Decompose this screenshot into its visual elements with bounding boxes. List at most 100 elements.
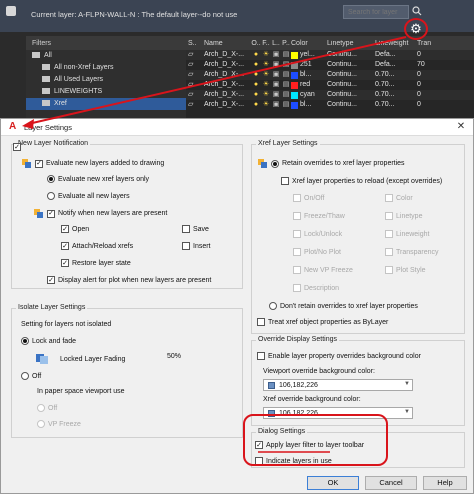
lock-unlock-checkbox[interactable]: Lock/Unlock <box>293 230 342 238</box>
lineweight-checkbox[interactable]: Lineweight <box>385 230 429 238</box>
close-icon[interactable]: ✕ <box>455 121 467 133</box>
filter-tree-item-xref[interactable]: Xref <box>26 98 186 110</box>
color-checkbox[interactable]: Color <box>385 194 413 202</box>
checkbox[interactable]: ✓ <box>61 225 69 233</box>
new-filter-icon[interactable] <box>6 6 16 16</box>
lock-icon[interactable]: ▣ <box>271 70 281 80</box>
lock-and-fade-radio[interactable]: Lock and fade <box>21 337 76 345</box>
save-checkbox[interactable]: Save <box>182 225 209 233</box>
plot-icon[interactable]: ▤ <box>281 100 291 110</box>
display-alert-checkbox[interactable]: ✓ Display alert for plot when new layers… <box>47 276 211 284</box>
layer-lineweight[interactable]: Defa... <box>375 60 417 70</box>
freeze-icon[interactable]: ☀ <box>261 70 271 80</box>
plot-icon[interactable]: ▤ <box>281 90 291 100</box>
radio[interactable] <box>47 192 55 200</box>
layer-color[interactable]: cyan <box>291 90 327 100</box>
layer-transparency[interactable]: 70 <box>417 60 443 70</box>
checkbox[interactable]: ✓ <box>47 276 55 284</box>
layer-linetype[interactable]: Continu... <box>327 70 375 80</box>
on-icon[interactable]: ● <box>251 100 261 110</box>
layer-linetype[interactable]: Continu... <box>327 90 375 100</box>
freeze-icon[interactable]: ☀ <box>261 80 271 90</box>
table-row[interactable]: ▱ Arch_D_X-... ● ☀ ▣ ▤ 251 Continu... De… <box>186 60 474 70</box>
checkbox[interactable] <box>385 194 393 202</box>
layer-color[interactable]: bl... <box>291 70 327 80</box>
layer-transparency[interactable]: 0 <box>417 50 443 60</box>
checkbox[interactable] <box>293 194 301 202</box>
layer-lineweight[interactable]: 0.70... <box>375 100 417 110</box>
freeze-icon[interactable]: ☀ <box>261 100 271 110</box>
insert-checkbox[interactable]: Insert <box>182 242 211 250</box>
layer-color[interactable]: bl... <box>291 100 327 110</box>
layer-color[interactable]: red <box>291 80 327 90</box>
radio[interactable] <box>271 159 279 168</box>
transparency-checkbox[interactable]: Transparency <box>385 248 439 256</box>
table-row[interactable]: ▱ Arch_D_X-... ● ☀ ▣ ▤ red Continu... 0.… <box>186 80 474 90</box>
reload-properties-checkbox[interactable]: Xref layer properties to reload (except … <box>281 177 442 185</box>
filter-tree-item[interactable]: LINEWEIGHTS <box>26 86 186 98</box>
layer-transparency[interactable]: 0 <box>417 90 443 100</box>
help-button[interactable]: Help <box>423 476 467 490</box>
filter-tree-item[interactable]: All Used Layers <box>26 74 186 86</box>
on-icon[interactable]: ● <box>251 50 261 60</box>
lock-icon[interactable]: ▣ <box>271 60 281 70</box>
enable-bg-checkbox[interactable]: Enable layer property overrides backgrou… <box>257 352 421 360</box>
column-header[interactable]: P.. <box>281 40 291 47</box>
on-icon[interactable]: ● <box>251 60 261 70</box>
checkbox[interactable]: ✓ <box>47 209 55 218</box>
freeze-icon[interactable]: ☀ <box>261 90 271 100</box>
checkbox[interactable] <box>293 230 301 238</box>
off-radio[interactable]: Off <box>21 372 41 380</box>
layer-linetype[interactable]: Continu... <box>327 60 375 70</box>
search-icon[interactable] <box>412 6 422 16</box>
radio[interactable] <box>269 302 277 310</box>
table-row[interactable]: ▱ Arch_D_X-... ● ☀ ▣ ▤ bl... Continu... … <box>186 70 474 80</box>
layer-transparency[interactable]: 0 <box>417 100 443 110</box>
linetype-checkbox[interactable]: Linetype <box>385 212 422 220</box>
viewport-override-color-select[interactable]: 106,182,226 ▼ <box>263 379 413 391</box>
layer-linetype[interactable]: Continu... <box>327 100 375 110</box>
cancel-button[interactable]: Cancel <box>365 476 417 490</box>
checkbox[interactable]: ✓ <box>61 242 69 250</box>
table-row[interactable]: ▱ Arch_D_X-... ● ☀ ▣ ▤ yel... Continu...… <box>186 50 474 60</box>
layer-linetype[interactable]: Continu... <box>327 80 375 90</box>
radio[interactable] <box>37 404 45 412</box>
radio[interactable] <box>21 337 29 345</box>
treat-bylayer-checkbox[interactable]: Treat xref object properties as ByLayer <box>257 318 388 326</box>
lock-icon[interactable]: ▣ <box>271 90 281 100</box>
ok-button[interactable]: OK <box>307 476 359 490</box>
plot-style-checkbox[interactable]: Plot Style <box>385 266 426 274</box>
plot-icon[interactable]: ▤ <box>281 80 291 90</box>
radio[interactable] <box>21 372 29 380</box>
on-icon[interactable]: ● <box>251 70 261 80</box>
attach-reload-checkbox[interactable]: ✓ Attach/Reload xrefs <box>61 242 133 250</box>
retain-overrides-radio[interactable]: Retain overrides to xref layer propertie… <box>257 158 405 169</box>
checkbox[interactable] <box>293 248 301 256</box>
dont-retain-radio[interactable]: Don't retain overrides to xref layer pro… <box>269 302 418 310</box>
layer-lineweight[interactable]: 0.70... <box>375 90 417 100</box>
table-row[interactable]: ▱ Arch_D_X-... ● ☀ ▣ ▤ bl... Continu... … <box>186 100 474 110</box>
checkbox[interactable]: ✓ <box>61 259 69 267</box>
checkbox[interactable] <box>281 177 289 185</box>
checkbox[interactable] <box>385 230 393 238</box>
checkbox[interactable] <box>385 248 393 256</box>
table-row[interactable]: ▱ Arch_D_X-... ● ☀ ▣ ▤ cyan Continu... 0… <box>186 90 474 100</box>
column-header[interactable]: Color <box>291 40 327 47</box>
freeze-icon[interactable]: ☀ <box>261 60 271 70</box>
open-checkbox[interactable]: ✓ Open <box>61 225 89 233</box>
restore-state-checkbox[interactable]: ✓ Restore layer state <box>61 259 131 267</box>
filter-tree-item[interactable]: All non-Xref Layers <box>26 62 186 74</box>
locked-fading-value[interactable]: 50% <box>167 353 181 360</box>
layer-color[interactable]: 251 <box>291 60 327 70</box>
lock-icon[interactable]: ▣ <box>271 80 281 90</box>
checkbox[interactable] <box>257 352 265 360</box>
layer-transparency[interactable]: 0 <box>417 70 443 80</box>
checkbox[interactable] <box>182 225 190 233</box>
checkbox[interactable] <box>385 212 393 220</box>
column-header[interactable]: S.. <box>186 40 201 47</box>
evaluate-all-radio[interactable]: Evaluate all new layers <box>47 192 130 200</box>
plot-icon[interactable]: ▤ <box>281 70 291 80</box>
radio[interactable] <box>37 420 45 428</box>
on-icon[interactable]: ● <box>251 80 261 90</box>
lock-icon[interactable]: ▣ <box>271 100 281 110</box>
